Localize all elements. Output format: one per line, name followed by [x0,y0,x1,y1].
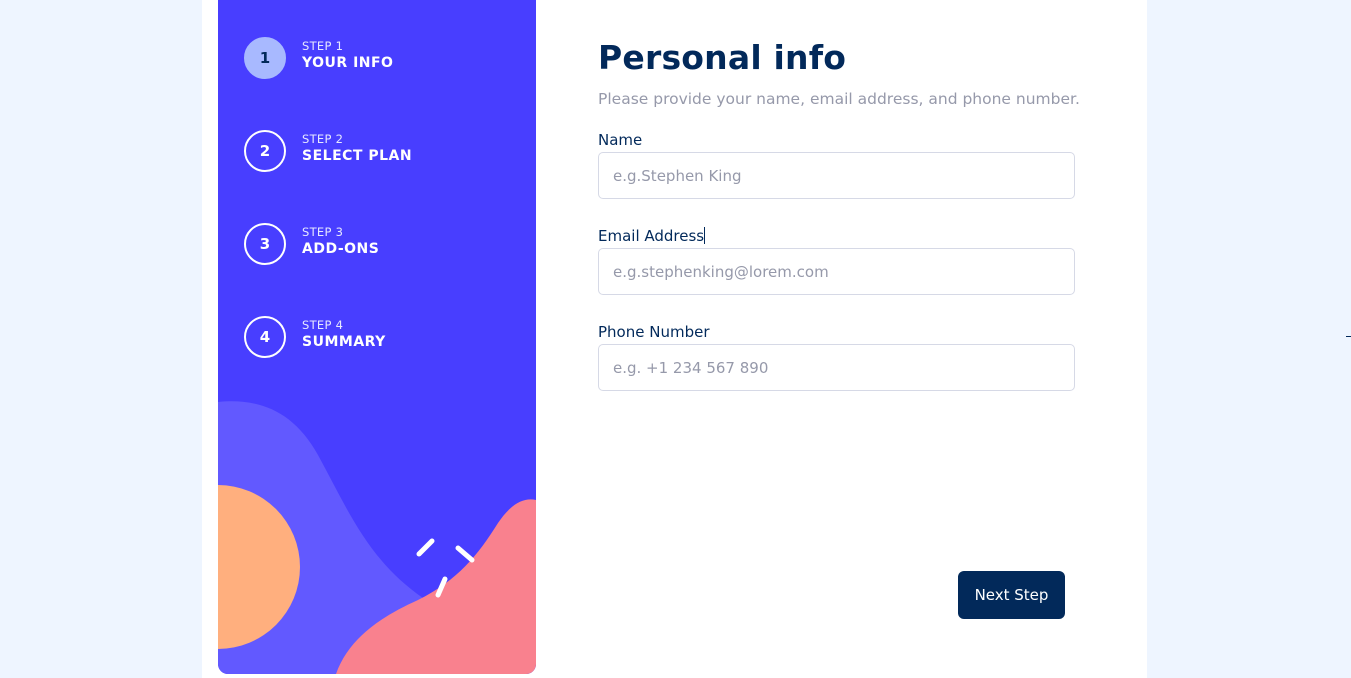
sidebar-spark-line [416,538,435,557]
form-main: Personal info Please provide your name, … [598,0,1080,678]
phone-label: Phone Number [598,323,710,341]
edge-artifact [1346,336,1351,337]
step-title: YOUR INFO [302,55,394,71]
step-text: STEP 2 SELECT PLAN [302,132,502,166]
step-title: SELECT PLAN [302,148,413,164]
step-title: SUMMARY [302,334,386,350]
step-text: STEP 3 ADD-ONS [302,225,502,259]
step-text: STEP 4 SUMMARY [302,318,502,352]
step-number-badge: 3 [244,223,286,265]
steps-sidebar: 1 STEP 1 YOUR INFO 2 STEP 2 SELECT PLAN … [218,0,536,674]
phone-input[interactable] [598,344,1075,391]
step-label: STEP 1 [302,39,344,53]
step-label: STEP 4 [302,318,344,332]
page-subtitle: Please provide your name, email address,… [598,90,1080,108]
step-text: STEP 1 YOUR INFO [302,39,502,73]
page-title: Personal info [598,38,847,77]
email-label-text: Email Address [598,227,705,245]
sidebar-spark-line [455,545,475,563]
email-label: Email Address [598,227,706,245]
step-label: STEP 3 [302,225,344,239]
form-card: 1 STEP 1 YOUR INFO 2 STEP 2 SELECT PLAN … [202,0,1147,678]
step-number-badge: 1 [244,37,286,79]
name-input[interactable] [598,152,1075,199]
step-number-badge: 4 [244,316,286,358]
step-label: STEP 2 [302,132,344,146]
email-input[interactable] [598,248,1075,295]
step-number-badge: 2 [244,130,286,172]
step-title: ADD-ONS [302,241,380,257]
name-label: Name [598,131,643,149]
next-step-button[interactable]: Next Step [958,571,1065,619]
text-cursor [704,227,706,244]
